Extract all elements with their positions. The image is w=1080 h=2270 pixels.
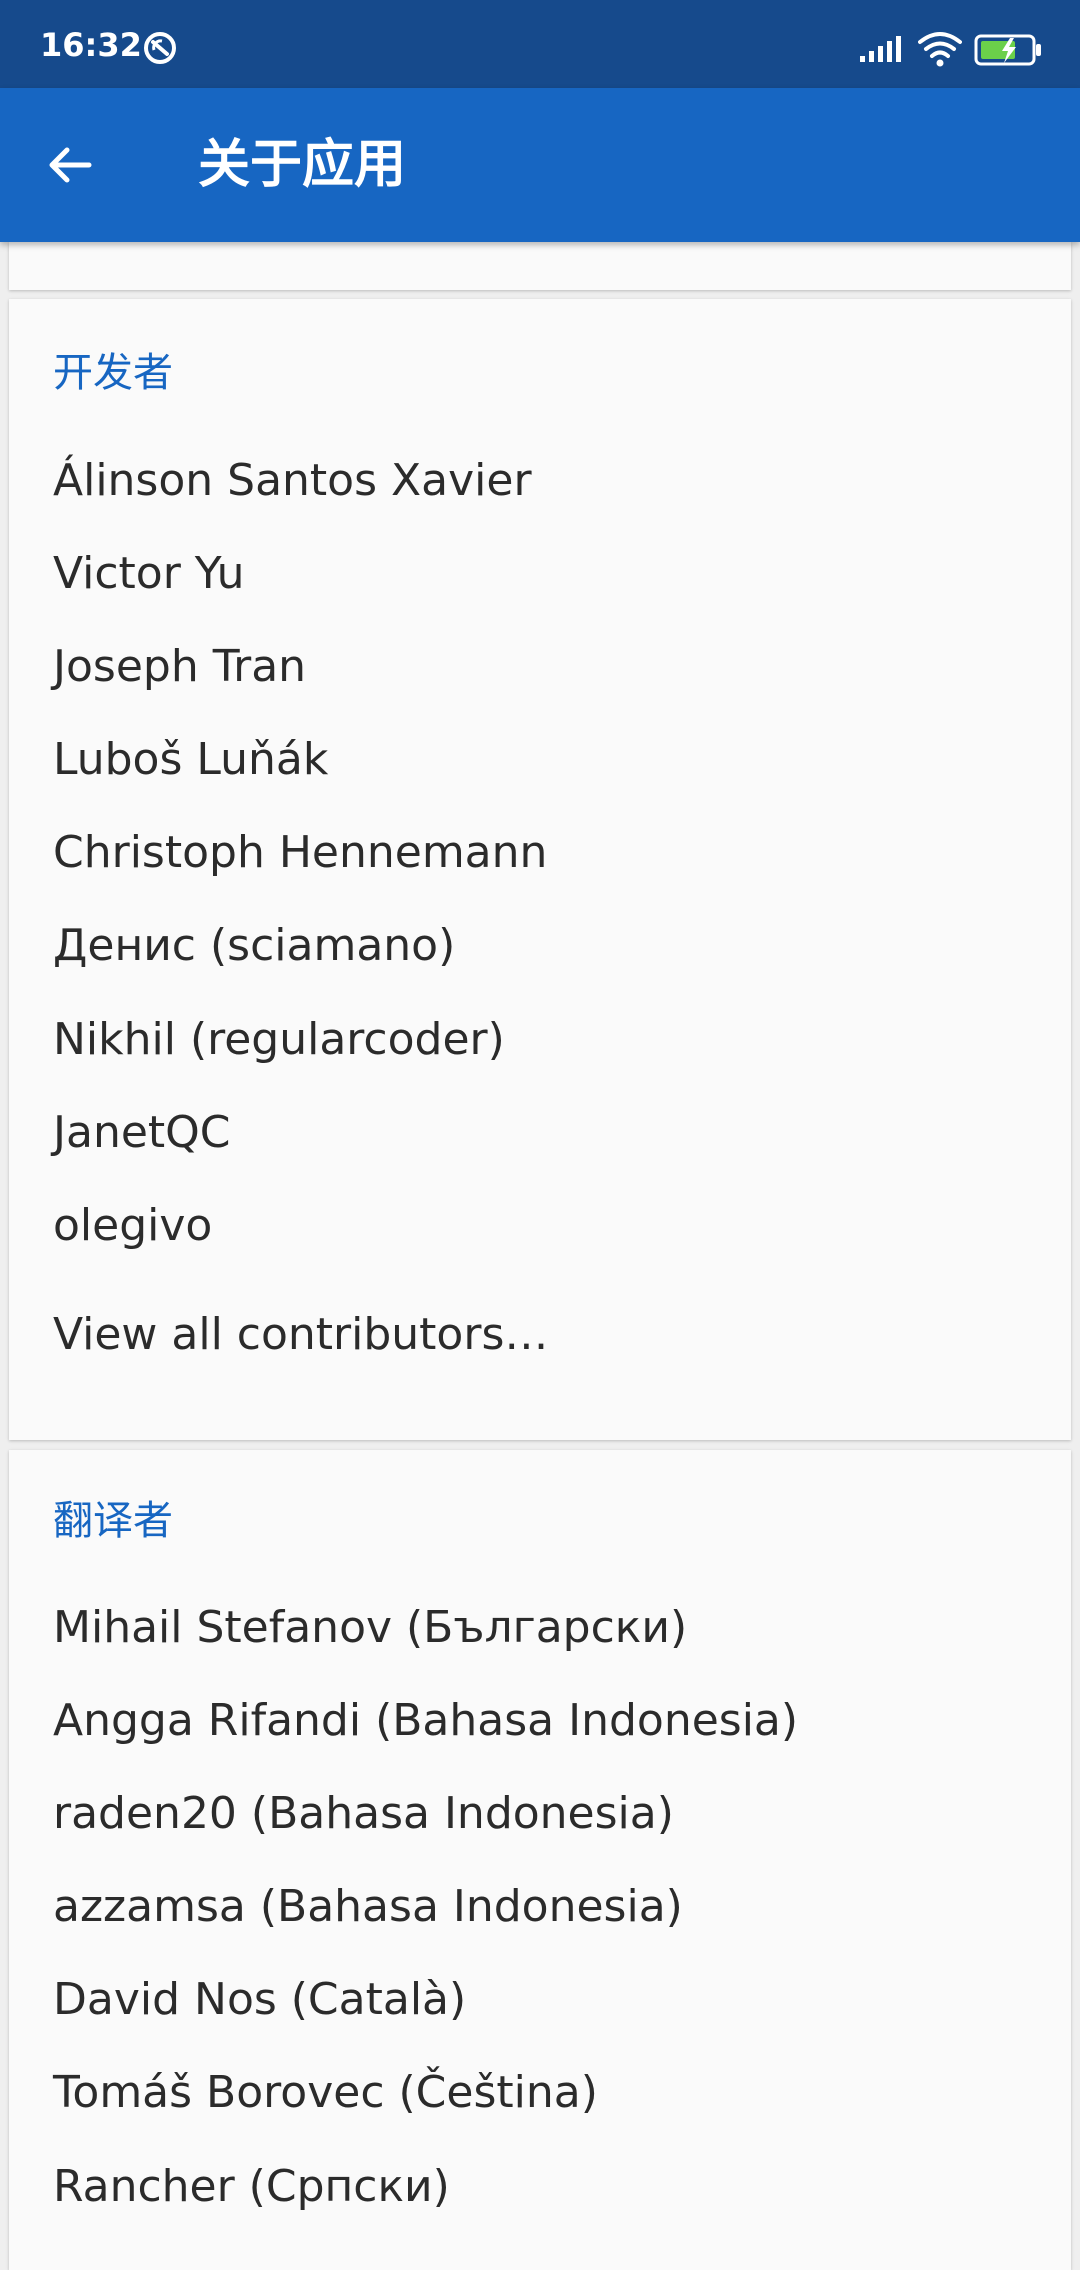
translator-item[interactable]: David Nos (Català) [53,1972,466,2028]
developer-item[interactable]: Nikhil (regularcoder) [53,1012,505,1068]
developers-title: 开发者 [53,350,173,396]
developer-item[interactable]: Денис (sciamano) [53,918,455,974]
battery-charging-icon [974,34,1041,66]
back-button[interactable] [30,125,110,205]
translator-item[interactable]: Angga Rifandi (Bahasa Indonesia) [53,1693,798,1749]
status-time: 16:32 [40,26,142,64]
app-bar: 关于应用 [0,88,1080,242]
developer-item[interactable]: JanetQC [53,1105,231,1161]
developers-card: 开发者 Álinson Santos Xavier Victor Yu Jose… [9,299,1071,1440]
arrow-left-icon [49,147,92,183]
view-all-contributors-link[interactable]: View all contributors… [53,1307,548,1363]
translator-item[interactable]: Tomáš Borovec (Čeština) [53,2065,598,2121]
developer-item[interactable]: Luboš Luňák [53,732,328,788]
translator-item[interactable]: Mihail Stefanov (Български) [53,1600,687,1656]
page-title: 关于应用 [198,135,407,195]
developer-item[interactable]: Álinson Santos Xavier [53,453,532,509]
developer-item[interactable]: Victor Yu [53,546,245,602]
translator-item[interactable]: raden20 (Bahasa Indonesia) [53,1786,674,1842]
developer-item[interactable]: Christoph Hennemann [53,825,547,881]
signal-icon [860,36,901,62]
wifi-icon [918,32,962,67]
previous-card [9,242,1071,290]
translators-card: 翻译者 Mihail Stefanov (Български) Angga Ri… [9,1450,1071,2270]
translator-item[interactable]: Rancher (Српски) [53,2159,450,2215]
developer-item[interactable]: Joseph Tran [53,639,306,695]
sync-icon [144,32,176,64]
translator-item[interactable]: azzamsa (Bahasa Indonesia) [53,1879,683,1935]
developer-item[interactable]: olegivo [53,1198,212,1254]
translators-title: 翻译者 [53,1498,173,1544]
status-bar: 16:32 [0,0,1080,88]
